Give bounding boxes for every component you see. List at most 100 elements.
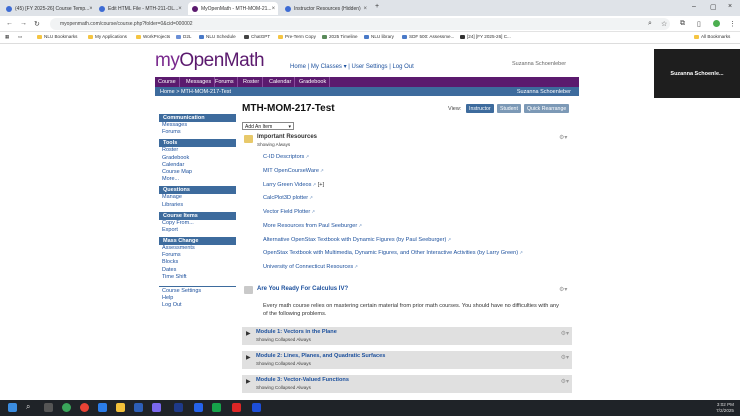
windows-start-icon[interactable] (8, 403, 17, 412)
back-icon[interactable]: ← (6, 20, 13, 27)
module-block[interactable]: ▶ Module 3: Vector-Valued Functions Show… (242, 375, 572, 393)
task-view-icon[interactable] (44, 403, 53, 412)
sidebar-item-blocks[interactable]: Blocks (159, 259, 236, 266)
browser-tab[interactable]: Instructor Resources (Hidden) × (281, 2, 371, 15)
app-icon[interactable] (252, 403, 261, 412)
resource-link[interactable]: More Resources from Paul Seeburger↗ (263, 223, 362, 229)
module-title[interactable]: Module 3: Vector-Valued Functions (256, 377, 349, 383)
module-block[interactable]: ▶ Module 2: Lines, Planes, and Quadratic… (242, 351, 572, 369)
new-tab-button[interactable]: + (375, 3, 379, 10)
resource-link[interactable]: Vector Field Plotter↗ (263, 209, 315, 215)
bookmark-item[interactable]: NLU library (364, 34, 394, 39)
browser-tab[interactable]: Edit HTML File - MTH-211-OL... × (95, 2, 185, 15)
apps-grid-icon[interactable]: ▦ (5, 34, 9, 40)
sidebar-item-more[interactable]: More... (159, 176, 236, 183)
bookmark-item[interactable]: 2025 Timeline (322, 34, 358, 39)
close-icon[interactable]: × (89, 6, 92, 12)
search-icon[interactable]: ⌕ (648, 20, 652, 28)
gear-icon[interactable]: ⚙▾ (559, 134, 567, 141)
nav-tab-forums[interactable]: Forums (212, 77, 238, 87)
app-icon[interactable] (194, 403, 203, 412)
nav-tab-gradebook[interactable]: Gradebook (296, 77, 331, 87)
close-icon[interactable]: × (272, 6, 276, 12)
bookmark-item[interactable]: NLU Schedule (199, 34, 236, 39)
site-logo[interactable]: myOpenMath (155, 50, 265, 72)
expand-triangle-icon[interactable]: ▶ (246, 330, 251, 337)
app-icon[interactable] (62, 403, 71, 412)
app-icon[interactable] (134, 403, 143, 412)
sidebar-item-export[interactable]: Export (159, 227, 236, 234)
browser-tab[interactable]: (45) [FY 2025-26] Course Temp... × (2, 2, 92, 15)
logout-link[interactable]: Log Out (392, 64, 413, 70)
sidebar-item-logout[interactable]: Log Out (159, 302, 236, 309)
system-clock[interactable]: 3:02 PM 7/2/2025 (716, 402, 734, 414)
resource-link[interactable]: University of Connecticut Resources↗ (263, 264, 358, 270)
star-icon[interactable]: ☆ (661, 20, 667, 28)
search-icon[interactable]: ⌕ (26, 402, 35, 411)
minimize-icon[interactable]: – (692, 3, 696, 10)
sidebar-item-dates[interactable]: Dates (159, 267, 236, 274)
module-block[interactable]: ▶ Module 1: Vectors in the Plane Showing… (242, 327, 572, 345)
nav-tab-messages[interactable]: Messages (183, 77, 216, 87)
sidebar-item-roster[interactable]: Roster (159, 147, 236, 154)
sidebar-item-mass-forums[interactable]: Forums (159, 252, 236, 259)
app-icon[interactable] (98, 403, 107, 412)
nav-tab-calendar[interactable]: Calendar (266, 77, 296, 87)
bookmark-item[interactable]: D2L (176, 34, 191, 39)
nav-tab-course[interactable]: Course (155, 77, 180, 87)
gear-icon[interactable]: ⚙▾ (561, 354, 569, 361)
resource-link[interactable]: C-ID Descriptors↗ (263, 154, 309, 160)
view-student-button[interactable]: Student (497, 104, 521, 113)
menu-icon[interactable]: ⋮ (729, 20, 736, 28)
expand-toggle[interactable]: [+] (318, 182, 324, 188)
module-title[interactable]: Module 2: Lines, Planes, and Quadratic S… (256, 353, 385, 359)
file-explorer-icon[interactable] (116, 403, 125, 412)
video-call-tile[interactable]: Suzanna Schoenle... (654, 49, 740, 98)
sidebar-item-help[interactable]: Help (159, 295, 236, 302)
sidebar-item-course-map[interactable]: Course Map (159, 169, 236, 176)
resource-link[interactable]: Alternative OpenStax Textbook with Dynam… (263, 237, 451, 243)
nav-tab-roster[interactable]: Roster (240, 77, 264, 87)
sidebar-item-time-shift[interactable]: Time Shift (159, 274, 236, 281)
sidebar-item-libraries[interactable]: Libraries (159, 202, 236, 209)
block-title[interactable]: Are You Ready For Calculus IV? (257, 286, 348, 292)
sidebar-item-forums[interactable]: Forums (159, 129, 236, 136)
sidebar-item-calendar[interactable]: Calendar (159, 162, 236, 169)
all-bookmarks[interactable]: All Bookmarks (694, 34, 730, 39)
resource-link[interactable]: Larry Green Videos↗ [+] (263, 182, 324, 188)
module-title[interactable]: Module 1: Vectors in the Plane (256, 329, 337, 335)
sidebar-item-gradebook[interactable]: Gradebook (159, 155, 236, 162)
view-instructor-button[interactable]: Instructor (466, 104, 494, 113)
block-title[interactable]: Important Resources (257, 134, 317, 140)
gear-icon[interactable]: ⚙▾ (561, 330, 569, 337)
sidebar-item-copy-from[interactable]: Copy From... (159, 220, 236, 227)
gear-icon[interactable]: ⚙▾ (561, 378, 569, 385)
bookmark-item[interactable]: NLU Bookmarks (37, 34, 77, 39)
quick-rearrange-button[interactable]: Quick Rearrange (524, 104, 570, 113)
close-icon[interactable]: × (363, 6, 367, 12)
home-link[interactable]: Home (290, 64, 306, 70)
gear-icon[interactable]: ⚙▾ (559, 286, 567, 293)
sidebar-item-messages[interactable]: Messages (159, 122, 236, 129)
user-settings-link[interactable]: User Settings (352, 64, 388, 70)
url-bar[interactable]: myopenmath.com/course/course.php?folder=… (50, 18, 670, 30)
window-close-icon[interactable]: × (728, 3, 732, 10)
bookmark-icon[interactable]: ▭ (18, 34, 22, 40)
app-icon[interactable] (174, 403, 183, 412)
expand-triangle-icon[interactable]: ▶ (246, 354, 251, 361)
bookmark-item[interactable]: My Applications (88, 34, 127, 39)
sidebar-item-manage[interactable]: Manage (159, 194, 236, 201)
maximize-icon[interactable]: ▢ (710, 3, 717, 11)
my-classes-link[interactable]: My Classes ▾ (311, 64, 347, 70)
browser-tab-active[interactable]: MyOpenMath - MTH-MOM-21... × (188, 2, 278, 15)
bookmark-item[interactable]: [24] [FY 2025-26] C... (460, 34, 511, 39)
sidebar-item-assessments[interactable]: Assessments (159, 245, 236, 252)
sidepanel-icon[interactable]: ▯ (697, 20, 701, 28)
expand-triangle-icon[interactable]: ▶ (246, 378, 251, 385)
add-item-select[interactable]: Add An Item ▾ (242, 122, 294, 130)
bookmark-item[interactable]: SDF 500: Assessme... (402, 34, 454, 39)
resource-link[interactable]: OpenStax Textbook with Multimedia, Dynam… (263, 250, 523, 256)
bookmark-item[interactable]: Pre-Term Copy (278, 34, 316, 39)
reload-icon[interactable]: ↻ (34, 20, 40, 28)
resource-link[interactable]: CalcPlot3D plotter↗ (263, 195, 313, 201)
